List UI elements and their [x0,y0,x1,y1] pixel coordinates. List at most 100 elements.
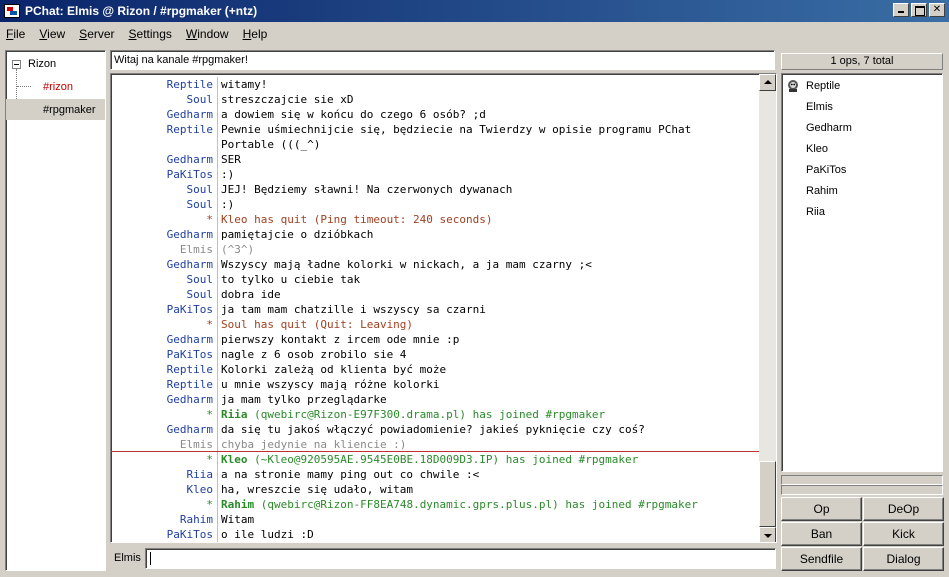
chat-nick[interactable]: Gedharm [111,332,218,347]
chat-nick[interactable]: Gedharm [111,392,218,407]
chat-nick[interactable]: Reptile [111,362,218,377]
chat-line: PaKiTos o ile ludzi :D [111,527,761,542]
scroll-up-button[interactable] [759,74,776,91]
chat-nick[interactable]: * [111,497,218,512]
chat-message: ja tam mam chatzille i wszyscy sa czarni [221,303,486,316]
chat-line: Elmis (^3^) [111,242,761,257]
op-button[interactable]: Op [781,497,862,521]
chat-line: * Kleo has quit (Ping timeout: 240 second… [111,212,761,227]
ban-button[interactable]: Ban [781,522,862,546]
kick-button[interactable]: Kick [863,522,944,546]
chat-nick[interactable]: Soul [111,197,218,212]
chat-nick[interactable]: Soul [111,92,218,107]
chat-nick[interactable]: Reptile [111,77,218,92]
chat-nick[interactable]: * [111,407,218,422]
chat-nick[interactable]: Gedharm [111,422,218,437]
chat-nick[interactable]: Soul [111,182,218,197]
chat-message: a dowiem się w końcu do czego 6 osób? ;d [221,108,486,121]
channel-tree[interactable]: Rizon #rizon #rpgmaker [5,50,106,571]
chat-nick[interactable]: * [111,452,218,467]
scroll-down-button[interactable] [759,527,776,542]
user-list-item[interactable]: Rahim [806,185,838,197]
tree-channel-rizon[interactable]: #rizon [6,76,105,97]
chat-message: Wszyscy mają ładne kolorki w nickach, a … [221,258,592,271]
text-caret [150,552,151,565]
chat-nick[interactable]: PaKiTos [111,527,218,542]
close-button[interactable]: ✕ [929,3,945,17]
sendfile-button[interactable]: Sendfile [781,547,862,571]
tree-channel-rpgmaker[interactable]: #rpgmaker [6,99,105,120]
tree-channel-label: #rpgmaker [43,103,96,116]
user-list-item[interactable]: Riia [806,206,825,218]
chat-nick[interactable]: Kleo [111,482,218,497]
chat-nick[interactable]: PaKiTos [111,167,218,182]
lag-meter [781,475,943,485]
chat-nick[interactable]: Gedharm [111,107,218,122]
chat-nick[interactable]: Gedharm [111,257,218,272]
user-list-item[interactable]: PaKiTos [806,164,846,176]
chat-line: Elmis chyba jedynie na kliencie :) [111,437,761,452]
deop-button[interactable]: DeOp [863,497,944,521]
chat-message: ja mam tylko przeglądarke [221,393,387,406]
chat-nick[interactable]: Gedharm [111,152,218,167]
chat-nick[interactable]: Elmis [111,242,218,257]
chat-nick[interactable]: Reptile [111,377,218,392]
chat-message: to tylko u ciebie tak [221,273,361,286]
chat-line: Soul dobra ide [111,287,761,302]
chat-message: :) [221,168,235,181]
scroll-thumb[interactable] [759,461,776,527]
chat-message: SER [221,153,241,166]
menu-server[interactable]: Server [79,27,114,41]
maximize-button[interactable] [911,3,927,17]
chat-line: Gedharm da się tu jakoś włączyć powiadomi… [111,422,761,437]
chat-nick[interactable]: Reptile [111,122,218,137]
chat-nick[interactable]: * [111,317,218,332]
input-nick-label[interactable]: Elmis [114,552,141,564]
chat-nick[interactable] [111,137,218,152]
chat-nick[interactable]: Rahim [111,512,218,527]
chat-line: Gedharm pamiętajcie o dzióbkach [111,227,761,242]
user-list-item[interactable]: Elmis [806,101,833,113]
chat-scrollbar[interactable] [759,74,776,542]
chat-nick[interactable]: Soul [111,272,218,287]
menu-settings[interactable]: Settings [129,27,172,41]
chat-line: Soul streszczajcie sie xD [111,92,761,107]
user-list-item[interactable]: Kleo [806,143,828,155]
chat-message: a na stronie mamy ping out co chwile :< [221,468,480,481]
chat-area[interactable]: Reptile witamy! Soul streszczajcie sie xD Ge… [110,73,777,543]
menu-help[interactable]: Help [243,27,268,41]
chat-line: Kleo ha, wreszcie się udało, witam [111,482,761,497]
chat-joined-nick: Kleo [221,453,248,466]
chat-line: Gedharm a dowiem się w końcu do czego 6 o… [111,107,761,122]
collapse-icon[interactable] [12,60,21,69]
chat-nick[interactable]: Elmis [111,437,218,452]
chat-nick[interactable]: Gedharm [111,227,218,242]
chat-nick[interactable]: Soul [111,287,218,302]
chat-message: witamy! [221,78,268,91]
chat-message: Rahim (qwebirc@Rizon-FF8EA748.dynamic.gp… [218,497,698,512]
menu-window[interactable]: Window [186,27,229,41]
chat-line: Soul JEJ! Będziemy sławni! Na czerwonych … [111,182,761,197]
topic-field[interactable]: Witaj na kanale #rpgmaker! [110,50,775,70]
user-list-item[interactable]: Reptile [806,80,840,92]
chat-nick[interactable]: PaKiTos [111,302,218,317]
message-input[interactable] [145,548,776,569]
user-list[interactable]: Reptile Elmis Gedharm Kleo PaKiTos Rahim Riia [781,73,943,472]
chat-nick[interactable]: PaKiTos [111,347,218,362]
chat-line: Reptile Kolorki zależą od klienta być moż… [111,362,761,377]
chat-line: Gedharm Wszyscy mają ładne kolorki w nick… [111,257,761,272]
menu-view[interactable]: View [39,27,65,41]
chat-nick[interactable]: * [111,212,218,227]
chat-message: JEJ! Będziemy sławni! Na czerwonych dywa… [221,183,513,196]
minimize-button[interactable] [893,3,909,17]
menu-file[interactable]: File [6,27,25,41]
chat-line: Reptile witamy! [111,77,761,92]
chat-line: Soul to tylko u ciebie tak [111,272,761,287]
chat-message: ha, wreszcie się udało, witam [221,483,414,496]
tree-server-rizon[interactable]: Rizon [6,53,105,74]
app-icon[interactable] [4,4,20,18]
chat-line: Portable (((_^) [111,137,761,152]
dialog-button[interactable]: Dialog [863,547,944,571]
user-list-item[interactable]: Gedharm [806,122,852,134]
chat-nick[interactable]: Riia [111,467,218,482]
